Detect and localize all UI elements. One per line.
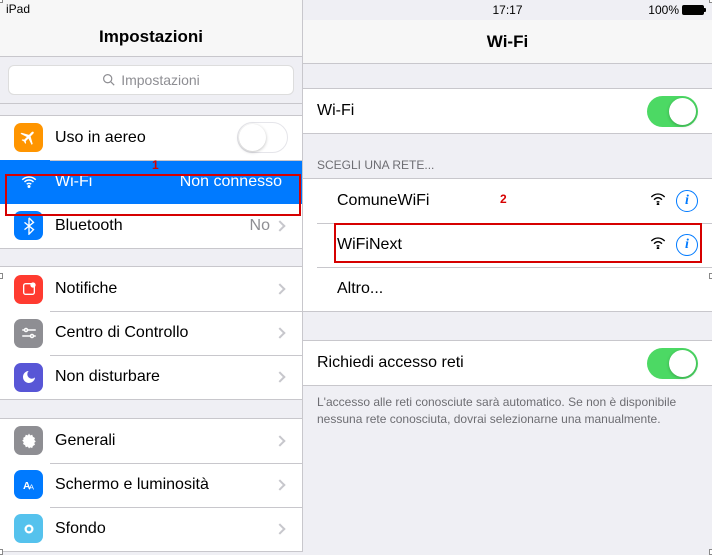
status-bar-left: iPad	[0, 0, 302, 18]
control-center-icon	[14, 319, 43, 348]
sidebar-group-1: Uso in aereo Wi-Fi Non connesso Bluetoot…	[0, 115, 302, 249]
search-icon	[102, 73, 115, 86]
ask-group: Richiedi accesso reti	[303, 340, 712, 386]
selection-handle	[0, 0, 3, 3]
wifi-toggle-group: Wi-Fi	[303, 88, 712, 134]
wifi-signal-icon	[650, 192, 666, 210]
network-row-comunewifi[interactable]: ComuneWiFi i	[303, 179, 712, 223]
battery-percent: 100%	[648, 3, 679, 17]
wifi-toggle[interactable]	[647, 96, 698, 127]
selection-handle	[0, 273, 3, 279]
ask-to-join-label: Richiedi accesso reti	[317, 354, 647, 372]
sidebar-title: Impostazioni	[0, 18, 302, 57]
network-name: WiFiNext	[317, 236, 650, 254]
wifi-panel: 17:17 100% Wi-Fi Wi-Fi SCEGLI UNA RETE..…	[303, 0, 712, 552]
sidebar-item-display[interactable]: AA Schermo e luminosità	[0, 463, 302, 507]
chevron-right-icon	[274, 372, 285, 383]
network-name: ComuneWiFi	[317, 192, 650, 210]
ask-to-join-toggle[interactable]	[647, 348, 698, 379]
wifi-label: Wi-Fi	[55, 173, 180, 191]
other-label: Altro...	[317, 280, 698, 298]
dnd-icon	[14, 363, 43, 392]
sidebar-title-text: Impostazioni	[99, 27, 203, 47]
wifi-icon	[14, 167, 43, 196]
chevron-right-icon	[274, 284, 285, 295]
sidebar-item-control-center[interactable]: Centro di Controllo	[0, 311, 302, 355]
bluetooth-detail: No	[250, 217, 270, 235]
wallpaper-icon	[14, 514, 43, 543]
chevron-right-icon	[274, 435, 285, 446]
sidebar-group-3: Generali AA Schermo e luminosità Sfondo	[0, 418, 302, 552]
bluetooth-icon	[14, 211, 43, 240]
networks-header: SCEGLI UNA RETE...	[303, 152, 712, 178]
ask-to-join-row[interactable]: Richiedi accesso reti	[303, 341, 712, 385]
sidebar-item-bluetooth[interactable]: Bluetooth No	[0, 204, 302, 248]
notifications-icon	[14, 275, 43, 304]
wallpaper-label: Sfondo	[55, 520, 276, 538]
sidebar-item-notifications[interactable]: Notifiche	[0, 267, 302, 311]
general-label: Generali	[55, 432, 276, 450]
svg-text:A: A	[29, 482, 34, 491]
display-icon: AA	[14, 470, 43, 499]
chevron-right-icon	[274, 479, 285, 490]
sidebar-item-general[interactable]: Generali	[0, 419, 302, 463]
selection-handle	[0, 549, 3, 555]
sidebar-item-wallpaper[interactable]: Sfondo	[0, 507, 302, 551]
device-label: iPad	[6, 2, 30, 16]
search-wrapper: Impostazioni	[0, 57, 302, 104]
wifi-toggle-row[interactable]: Wi-Fi	[303, 89, 712, 133]
settings-sidebar: iPad Impostazioni Impostazioni Uso in ae…	[0, 0, 303, 552]
status-bar-right: 17:17 100%	[303, 0, 712, 20]
ask-footer: L'accesso alle reti conosciute sarà auto…	[303, 386, 712, 436]
airplane-icon	[14, 123, 43, 152]
chevron-right-icon	[274, 328, 285, 339]
sidebar-item-dnd[interactable]: Non disturbare	[0, 355, 302, 399]
search-input[interactable]: Impostazioni	[8, 65, 294, 95]
info-button[interactable]: i	[676, 190, 698, 212]
chevron-right-icon	[274, 523, 285, 534]
wifi-toggle-label: Wi-Fi	[317, 102, 647, 120]
battery-icon	[682, 5, 706, 15]
networks-group: ComuneWiFi i WiFiNext i Altro...	[303, 178, 712, 312]
bluetooth-label: Bluetooth	[55, 217, 250, 235]
network-row-wifinext[interactable]: WiFiNext i	[303, 223, 712, 267]
sidebar-item-airplane[interactable]: Uso in aereo	[0, 116, 302, 160]
status-time: 17:17	[492, 3, 522, 17]
main-title: Wi-Fi	[487, 32, 528, 52]
airplane-label: Uso in aereo	[55, 129, 237, 147]
chevron-right-icon	[274, 220, 285, 231]
info-button[interactable]: i	[676, 234, 698, 256]
display-label: Schermo e luminosità	[55, 476, 276, 494]
wifi-detail: Non connesso	[180, 173, 282, 191]
wifi-signal-icon	[650, 236, 666, 254]
gear-icon	[14, 426, 43, 455]
search-placeholder: Impostazioni	[121, 72, 200, 88]
main-title-bar: Wi-Fi	[303, 20, 712, 64]
notifications-label: Notifiche	[55, 280, 276, 298]
network-row-other[interactable]: Altro...	[303, 267, 712, 311]
control-center-label: Centro di Controllo	[55, 324, 276, 342]
airplane-toggle[interactable]	[237, 122, 288, 153]
sidebar-item-wifi[interactable]: Wi-Fi Non connesso	[0, 160, 302, 204]
dnd-label: Non disturbare	[55, 368, 276, 386]
sidebar-group-2: Notifiche Centro di Controllo Non distur…	[0, 266, 302, 400]
